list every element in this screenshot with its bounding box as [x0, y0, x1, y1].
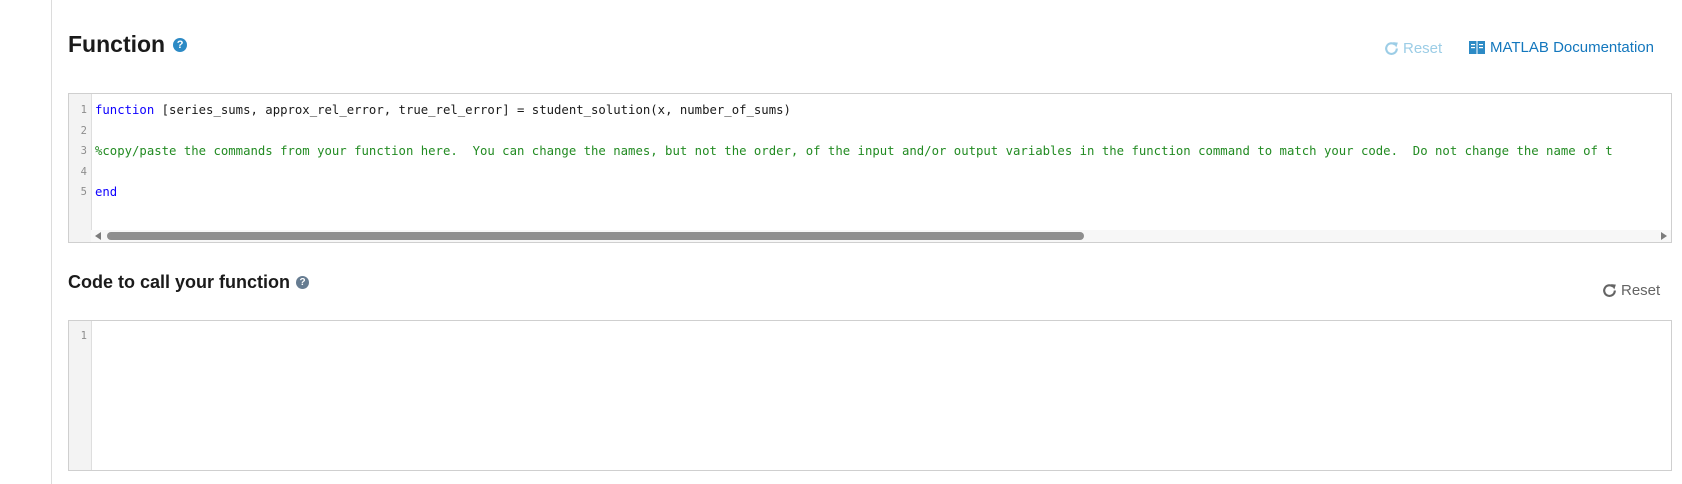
- code-text: function [series_sums, approx_rel_error,…: [95, 100, 791, 121]
- scroll-right-arrow-icon[interactable]: [1661, 232, 1667, 240]
- question-circle-icon[interactable]: ?: [173, 37, 188, 52]
- code-keyword: end: [95, 185, 118, 199]
- matlab-documentation-label: MATLAB Documentation: [1490, 39, 1654, 56]
- function-section-title: Function ?: [68, 31, 188, 58]
- code-keyword: function: [95, 103, 155, 117]
- code-text: %copy/paste the commands from your funct…: [95, 141, 1613, 162]
- line-number: 1: [80, 330, 87, 342]
- question-circle-icon[interactable]: ?: [296, 276, 310, 289]
- scroll-left-arrow-icon[interactable]: [95, 232, 101, 240]
- book-icon: [1469, 41, 1485, 54]
- code-line[interactable]: 4: [81, 162, 1671, 183]
- matlab-documentation-link[interactable]: MATLAB Documentation: [1469, 39, 1654, 56]
- code-line[interactable]: 5 end: [81, 182, 1671, 203]
- line-number: 2: [80, 124, 87, 137]
- code-line[interactable]: 2: [81, 121, 1671, 142]
- line-number: 3: [80, 145, 87, 157]
- function-title-text: Function: [68, 31, 166, 57]
- code-line[interactable]: 1 function [series_sums, approx_rel_error…: [81, 100, 1671, 121]
- code-token: [series_sums, approx_rel_error, true_rel…: [154, 103, 791, 117]
- code-comment: %copy/paste the commands from your funct…: [95, 144, 1613, 158]
- line-number: 4: [80, 165, 87, 178]
- left-border: [51, 0, 52, 484]
- function-code-editor[interactable]: 1 function [series_sums, approx_rel_error…: [68, 93, 1672, 243]
- function-reset-label: Reset: [1403, 40, 1443, 57]
- call-title-text: Code to call your function: [68, 272, 291, 292]
- call-reset-button[interactable]: Reset: [1601, 282, 1660, 299]
- code-line[interactable]: 3 %copy/paste the commands from your func…: [81, 141, 1671, 162]
- call-section-title: Code to call your function ?: [68, 272, 310, 293]
- code-text: end: [95, 182, 117, 203]
- horizontal-scrollbar[interactable]: [91, 230, 1671, 242]
- line-number: 1: [80, 104, 87, 116]
- function-code-area[interactable]: 1 function [series_sums, approx_rel_error…: [81, 100, 1671, 203]
- call-reset-label: Reset: [1621, 282, 1661, 299]
- code-line[interactable]: 1: [81, 326, 1671, 347]
- refresh-icon: [1385, 42, 1398, 55]
- scrollbar-thumb[interactable]: [107, 232, 1084, 240]
- call-code-area[interactable]: 1: [81, 326, 1671, 347]
- function-reset-button[interactable]: Reset: [1383, 40, 1442, 57]
- line-number: 5: [80, 186, 87, 198]
- call-code-editor[interactable]: 1: [68, 320, 1672, 471]
- refresh-icon: [1603, 284, 1616, 297]
